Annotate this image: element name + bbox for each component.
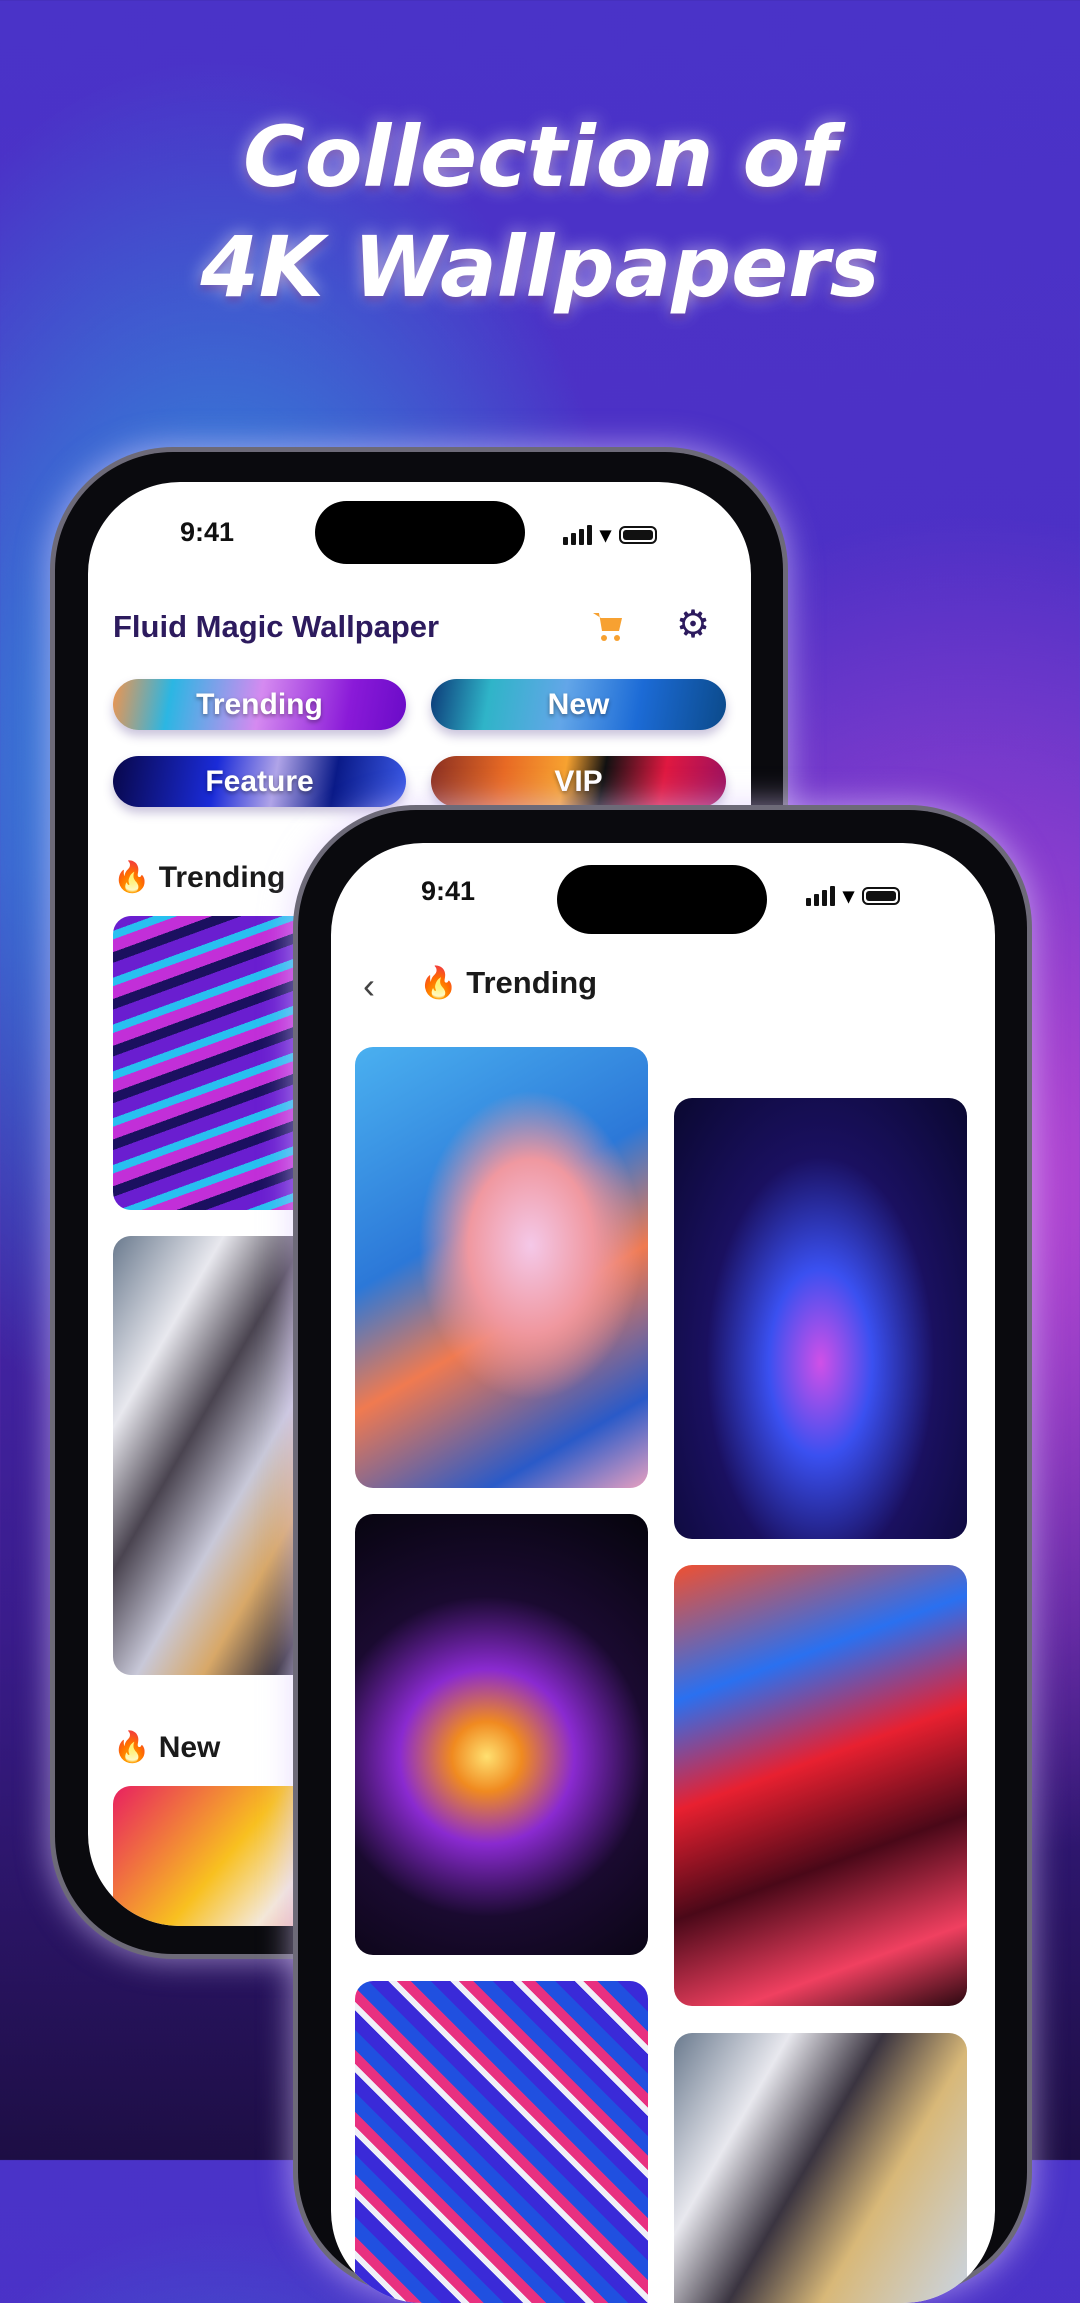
section-title: New	[158, 1731, 221, 1764]
front-phone: 9:41 ▾ ‹ 🔥 Trending	[298, 810, 1027, 2303]
category-label: Trending	[196, 687, 323, 721]
status-time: 9:41	[180, 517, 235, 547]
cart-icon[interactable]	[591, 609, 625, 643]
category-new-button[interactable]: New	[431, 679, 726, 730]
wallpaper-thumbnail[interactable]	[674, 1565, 967, 2006]
category-label: VIP	[554, 764, 603, 798]
chevron-left-icon[interactable]: ‹	[363, 965, 375, 1007]
section-new-title: 🔥 New	[113, 1730, 220, 1765]
fire-icon: 🔥	[419, 965, 458, 1000]
headline-line-2: 4K Wallpapers	[200, 218, 880, 316]
app-title: Fluid Magic Wallpaper	[113, 609, 440, 644]
headline-line-1: Collection of	[243, 108, 837, 206]
signal-icon	[563, 525, 592, 545]
wifi-icon: ▾	[600, 522, 612, 547]
wallpaper-thumbnail[interactable]	[355, 1981, 648, 2303]
wallpaper-thumbnail[interactable]	[355, 1514, 648, 1955]
front-phone-screen: 9:41 ▾ ‹ 🔥 Trending	[331, 843, 995, 2303]
fire-icon: 🔥	[113, 1731, 151, 1764]
battery-icon	[619, 526, 658, 544]
dynamic-island	[315, 501, 525, 564]
page-title-text: Trending	[466, 965, 598, 1000]
status-time: 9:41	[421, 876, 476, 906]
category-feature-button[interactable]: Feature	[113, 756, 406, 807]
battery-icon	[862, 887, 901, 905]
section-trending-title: 🔥 Trending	[113, 860, 285, 895]
wallpaper-thumbnail[interactable]	[674, 1098, 967, 1539]
category-label: New	[547, 687, 610, 721]
category-label: Feature	[205, 764, 314, 798]
wallpaper-thumbnail[interactable]	[674, 2033, 967, 2303]
status-icons: ▾	[806, 883, 901, 909]
wallpaper-thumbnail[interactable]	[355, 1047, 648, 1488]
page-title: 🔥 Trending	[419, 964, 597, 1001]
fire-icon: 🔥	[113, 861, 151, 894]
signal-icon	[806, 886, 835, 906]
gear-icon[interactable]: ⚙	[676, 606, 710, 644]
status-icons: ▾	[563, 522, 658, 548]
section-title: Trending	[158, 861, 286, 894]
category-vip-button[interactable]: VIP	[431, 756, 726, 807]
wifi-icon: ▾	[843, 883, 855, 908]
category-trending-button[interactable]: Trending	[113, 679, 406, 730]
dynamic-island	[557, 865, 767, 934]
